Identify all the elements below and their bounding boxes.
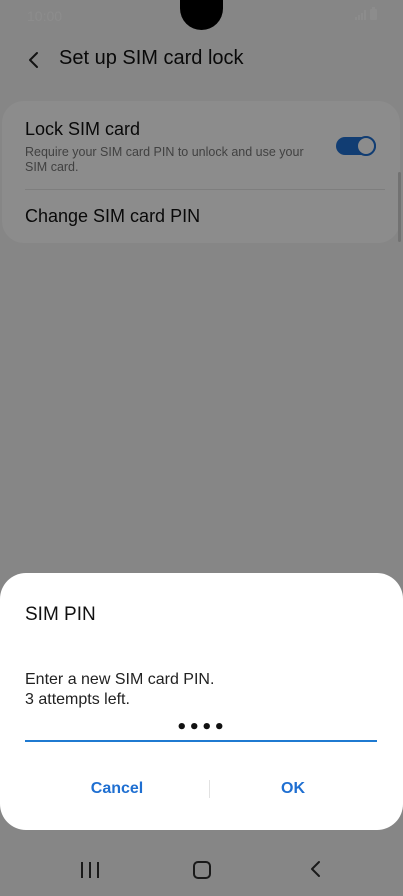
navigation-bar — [0, 845, 403, 896]
sim-pin-dialog: SIM PIN Enter a new SIM card PIN. 3 atte… — [0, 573, 403, 830]
nav-back-icon[interactable] — [308, 860, 324, 878]
recent-apps-icon[interactable] — [81, 862, 99, 878]
ok-button[interactable]: OK — [196, 769, 390, 809]
dialog-message: Enter a new SIM card PIN. 3 attempts lef… — [25, 671, 215, 708]
screen: 10:00 Set up SIM card lock Lock SIM card… — [0, 0, 403, 896]
dialog-title: SIM PIN — [25, 604, 96, 625]
home-icon[interactable] — [193, 861, 211, 879]
cancel-button[interactable]: Cancel — [20, 769, 214, 809]
sim-pin-input[interactable] — [25, 714, 377, 742]
